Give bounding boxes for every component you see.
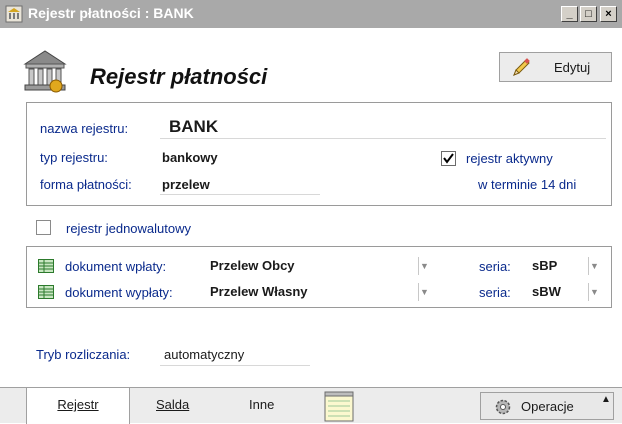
withdrawal-series-select[interactable]: sBW ▼	[528, 281, 600, 303]
close-icon: ×	[605, 8, 612, 20]
chevron-up-icon: ▲	[601, 394, 611, 405]
payment-term-text: w terminie 14 dni	[478, 177, 577, 192]
maximize-icon: □	[585, 8, 592, 20]
withdrawal-document-label: dokument wypłaty:	[65, 285, 173, 300]
close-button[interactable]: ×	[600, 6, 617, 22]
deposit-series-label: seria:	[479, 259, 511, 274]
tab-label-salda: Salda	[156, 397, 190, 412]
checkmark-icon	[443, 153, 454, 164]
operations-button[interactable]: Operacje ▲	[480, 392, 614, 420]
register-name-field[interactable]: BANK	[160, 116, 606, 139]
withdrawal-document-value: Przelew Własny	[210, 284, 308, 299]
register-name-label: nazwa rejestru:	[40, 121, 129, 136]
title-bar: Rejestr płatności : BANK _ □ ×	[0, 0, 622, 28]
deposit-document-value: Przelew Obcy	[210, 258, 295, 273]
tab-label-rejestr: Rejestr	[57, 397, 99, 412]
minimize-button[interactable]: _	[561, 6, 578, 22]
register-type-label: typ rejestru:	[40, 150, 108, 165]
withdrawal-document-select[interactable]: Przelew Własny ▼	[206, 281, 430, 303]
tab-inne[interactable]: Inne	[249, 397, 274, 412]
settlement-mode-value: automatyczny	[164, 347, 245, 362]
edit-button[interactable]: Edytuj	[499, 52, 612, 82]
maximize-button[interactable]: □	[580, 6, 597, 22]
gear-icon	[495, 399, 511, 415]
app-icon	[5, 5, 23, 23]
tab-salda[interactable]: Salda	[156, 397, 189, 412]
pencil-icon	[513, 58, 530, 76]
operations-label: Operacje	[521, 399, 574, 414]
chevron-down-icon[interactable]: ▼	[588, 283, 600, 301]
deposit-series-select[interactable]: sBP ▼	[528, 255, 600, 277]
withdrawal-series-value: sBW	[532, 284, 561, 299]
single-currency-checkbox[interactable]	[36, 220, 51, 235]
document-grid-icon	[38, 285, 54, 299]
deposit-document-label: dokument wpłaty:	[65, 259, 167, 274]
deposit-document-select[interactable]: Przelew Obcy ▼	[206, 255, 430, 277]
deposit-series-value: sBP	[532, 258, 558, 273]
tab-label-inne: Inne	[249, 397, 275, 412]
chevron-down-icon[interactable]: ▼	[418, 283, 430, 301]
register-active-label: rejestr aktywny	[466, 151, 553, 166]
settlement-mode-field[interactable]: automatyczny	[160, 342, 310, 366]
register-type-value: bankowy	[162, 150, 218, 165]
bank-building-icon	[23, 50, 67, 93]
edit-button-label: Edytuj	[554, 60, 591, 75]
withdrawal-series-label: seria:	[479, 285, 511, 300]
register-active-checkbox[interactable]	[441, 151, 456, 166]
tab-rejestr[interactable]: Rejestr	[26, 388, 130, 424]
single-currency-label: rejestr jednowalutowy	[66, 221, 192, 236]
payment-form-label: forma płatności:	[40, 177, 132, 192]
chevron-down-icon[interactable]: ▼	[588, 257, 600, 275]
chevron-down-icon[interactable]: ▼	[418, 257, 430, 275]
window-title: Rejestr płatności : BANK	[28, 5, 194, 21]
payment-form-field[interactable]	[160, 171, 320, 195]
page-title: Rejestr płatności	[90, 64, 268, 89]
minimize-icon: _	[566, 8, 573, 20]
document-grid-icon	[38, 259, 54, 273]
settlement-mode-label: Tryb rozliczania:	[36, 347, 131, 362]
register-name-value: BANK	[169, 117, 219, 136]
notepad-icon[interactable]	[324, 391, 354, 422]
